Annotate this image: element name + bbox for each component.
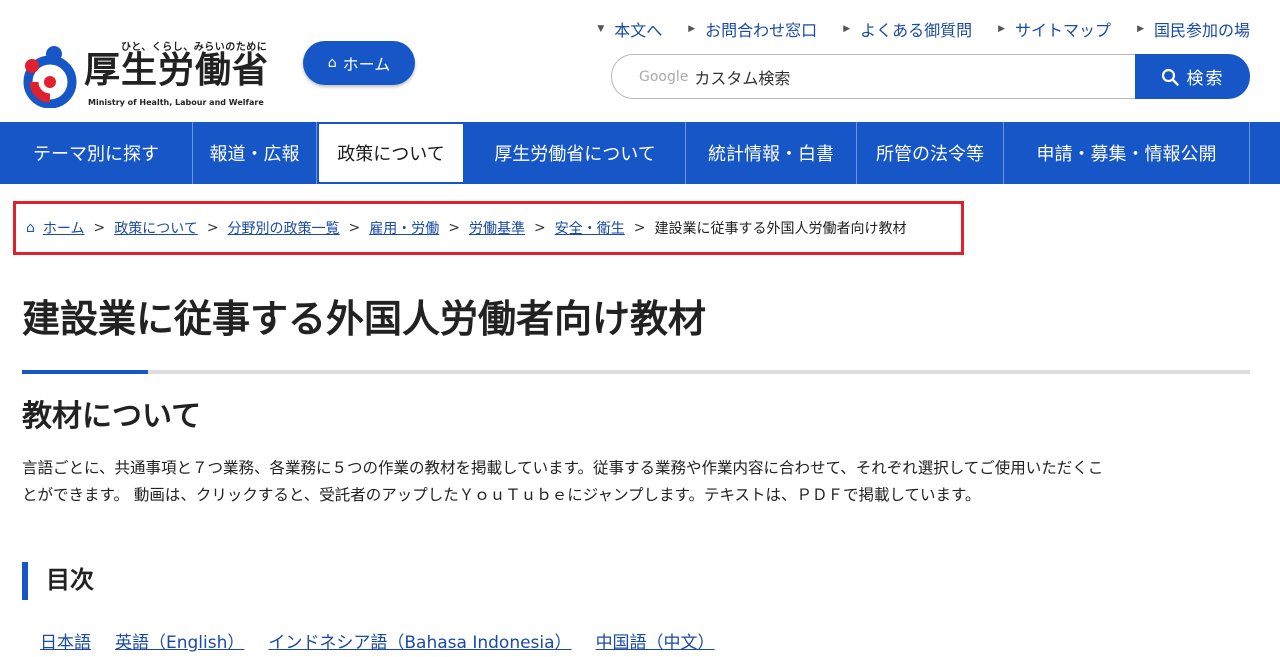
toc-link-chinese[interactable]: 中国語（中文）	[596, 628, 715, 653]
util-link-public-participation[interactable]: ▶ 国民参加の場	[1137, 17, 1250, 41]
intro-paragraph-line: とができます。 動画は、クリックすると、受託者のアップしたＹｏｕＴｕｂｅにジャン…	[22, 486, 981, 504]
breadcrumb: ⌂ ホーム > 政策について > 分野別の政策一覧 > 雇用・労働 > 労働基準…	[13, 201, 964, 255]
search-placeholder: カスタム検索	[694, 68, 791, 88]
toc-heading: 目次	[22, 562, 94, 600]
breadcrumb-separator: >	[206, 220, 219, 236]
home-icon: ⌂	[327, 55, 337, 71]
toc-link-indonesian[interactable]: インドネシア語（Bahasa Indonesia）	[268, 628, 571, 653]
breadcrumb-current: 建設業に従事する外国人労働者向け教材	[654, 221, 907, 237]
toc-link-japanese[interactable]: 日本語	[40, 628, 91, 653]
breadcrumb-home[interactable]: ホーム	[43, 218, 85, 238]
title-divider-accent	[22, 370, 148, 374]
triangle-right-icon: ▶	[1137, 24, 1144, 34]
site-logo[interactable]: ひと、くらし、みらいのために 厚生労働省 Ministry of Health,…	[20, 38, 280, 112]
intro-paragraph: 言語ごとに、共通事項と７つ業務、各業務に５つの作業の教材を掲載しています。従事す…	[22, 455, 1252, 509]
nav-item-laws[interactable]: 所管の法令等	[857, 122, 1004, 184]
util-link-contact[interactable]: ▶ お問合わせ窓口	[688, 17, 817, 41]
home-button[interactable]: ⌂ ホーム	[303, 41, 415, 85]
breadcrumb-safety-health[interactable]: 安全・衛生	[555, 218, 625, 238]
breadcrumb-labor-standards[interactable]: 労働基準	[469, 218, 525, 238]
triangle-right-icon: ▶	[843, 24, 851, 34]
nav-item-statistics[interactable]: 統計情報・白書	[686, 122, 857, 184]
mhlw-logo-icon	[23, 46, 77, 108]
nav-item-applications[interactable]: 申請・募集・情報公開	[1004, 122, 1250, 184]
breadcrumb-separator: >	[534, 220, 546, 236]
util-link-sitemap[interactable]: ▶ サイトマップ	[998, 17, 1111, 41]
title-divider	[22, 370, 1250, 374]
page-title: 建設業に従事する外国人労働者向け教材	[22, 297, 707, 341]
search-button-label: 検索	[1186, 69, 1225, 89]
global-nav: テーマ別に探す 報道・広報 政策について 厚生労働省について 統計情報・白書 所…	[0, 122, 1280, 184]
breadcrumb-policy[interactable]: 政策について	[114, 218, 198, 238]
logo-name: 厚生労働省	[84, 50, 270, 91]
toc-links: 日本語 英語（English） インドネシア語（Bahasa Indonesia…	[40, 628, 739, 653]
logo-english-name: Ministry of Health, Labour and Welfare	[88, 98, 264, 107]
triangle-right-icon: ▶	[688, 24, 696, 34]
search-icon	[1161, 68, 1179, 86]
home-button-label: ホーム	[342, 55, 391, 74]
site-search: Google カスタム検索 検索	[611, 54, 1250, 99]
breadcrumb-policy-list[interactable]: 分野別の政策一覧	[228, 218, 340, 238]
nav-item-press[interactable]: 報道・広報	[193, 122, 317, 184]
breadcrumb-separator: >	[93, 220, 106, 236]
breadcrumb-separator: >	[633, 220, 646, 236]
toc-link-english[interactable]: 英語（English）	[115, 628, 244, 653]
breadcrumb-separator: >	[348, 220, 361, 236]
nav-item-about-ministry[interactable]: 厚生労働省について	[465, 122, 686, 184]
search-button[interactable]: 検索	[1135, 54, 1250, 99]
utility-links: ▼ 本文へ ▶ お問合わせ窓口 ▶ よくある御質問 ▶ サイトマップ ▶ 国民参…	[571, 17, 1250, 41]
search-input[interactable]: Google カスタム検索	[611, 54, 1136, 99]
intro-paragraph-line: 言語ごとに、共通事項と７つ業務、各業務に５つの作業の教材を掲載しています。従事す…	[22, 459, 1104, 477]
google-label: Google	[639, 68, 689, 85]
breadcrumb-separator: >	[448, 220, 461, 236]
site-header: ひと、くらし、みらいのために 厚生労働省 Ministry of Health,…	[0, 0, 1280, 122]
triangle-down-icon: ▼	[597, 24, 605, 34]
util-link-skip-to-content[interactable]: ▼ 本文へ	[597, 17, 662, 41]
breadcrumb-employment[interactable]: 雇用・労働	[369, 218, 439, 238]
home-icon: ⌂	[26, 220, 35, 236]
nav-item-themes[interactable]: テーマ別に探す	[0, 122, 193, 184]
section-title: 教材について	[22, 399, 202, 434]
triangle-right-icon: ▶	[998, 24, 1006, 34]
nav-item-policy[interactable]: 政策について	[317, 122, 465, 184]
util-link-faq[interactable]: ▶ よくある御質問	[843, 17, 972, 41]
